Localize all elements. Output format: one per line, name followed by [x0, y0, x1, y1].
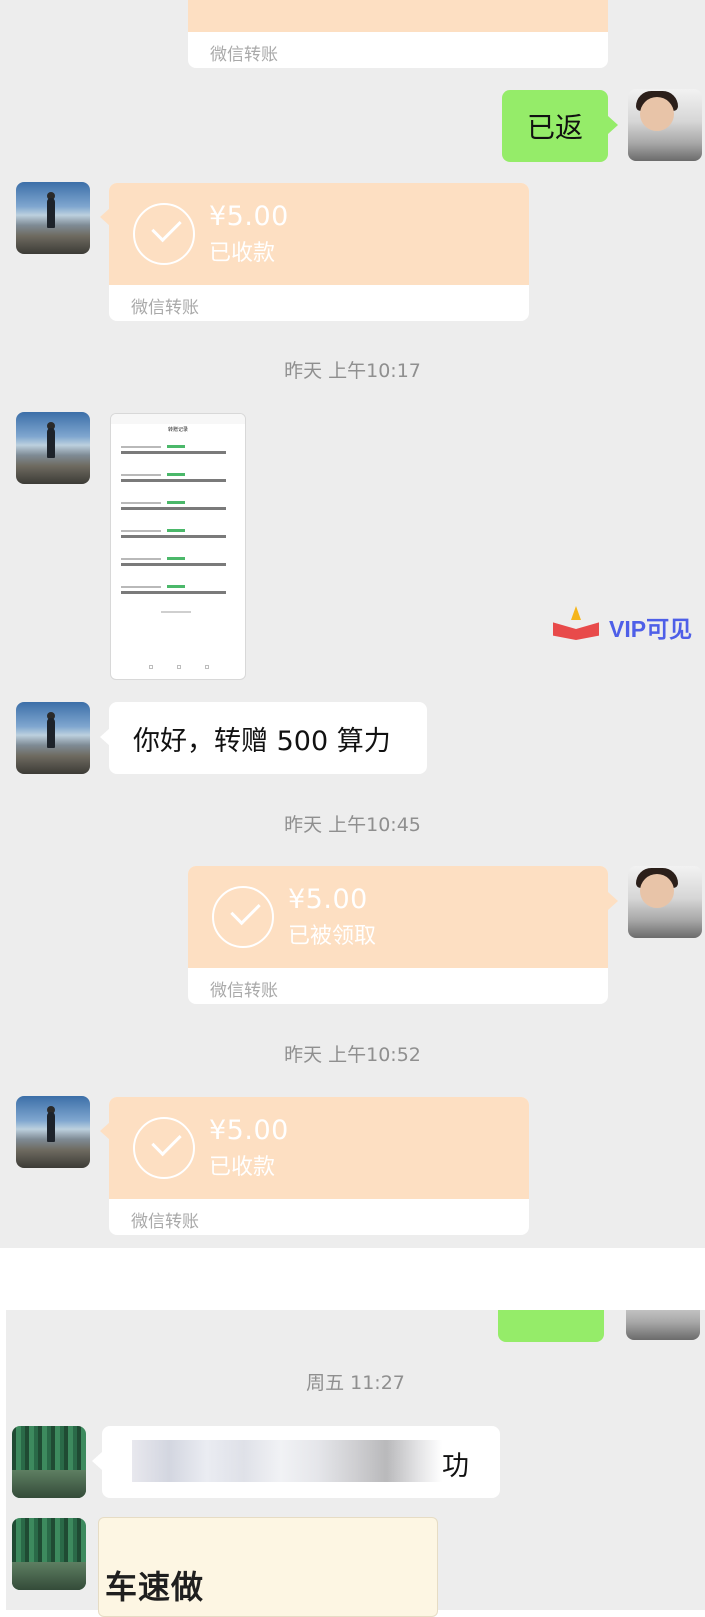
thumb-status-bar: [111, 414, 245, 424]
sent-message-text: 已返: [526, 111, 583, 144]
self-avatar[interactable]: [626, 1310, 700, 1340]
avatar-forest-path: [12, 1562, 86, 1590]
contact-avatar[interactable]: [12, 1426, 86, 1498]
image-card-message[interactable]: 车速做: [98, 1517, 438, 1617]
thumb-nav-icon: [205, 665, 209, 669]
transfer-card-header: [188, 0, 608, 32]
self-avatar[interactable]: [628, 89, 702, 161]
thumb-record-row: [121, 501, 226, 512]
sent-message-bubble[interactable]: 已返: [502, 90, 608, 162]
bubble-tail: [92, 1452, 102, 1470]
thumb-record-row: [121, 529, 226, 540]
transfer-label: 微信转账: [210, 981, 278, 1001]
avatar-figure: [47, 198, 55, 228]
contact-avatar[interactable]: [12, 1518, 86, 1590]
thumb-footer: [161, 611, 191, 613]
avatar-face: [640, 874, 674, 908]
watermark-text: VIP可见: [609, 616, 693, 642]
received-message-bubble[interactable]: 你好，转赠 500 算力: [109, 702, 427, 774]
screenshot-image-message[interactable]: 转赠记录: [110, 413, 246, 680]
self-avatar[interactable]: [628, 866, 702, 938]
avatar-figure: [47, 428, 55, 458]
thumb-title: 转赠记录: [167, 427, 188, 433]
transfer-amount: ¥5.00: [209, 1115, 289, 1146]
chat-timestamp: 周五 11:27: [306, 1372, 405, 1394]
thumb-record-row: [121, 557, 226, 568]
thumb-nav-icon: [149, 665, 153, 669]
thumb-record-row: [121, 473, 226, 484]
transfer-card[interactable]: ¥5.00 已收款 微信转账: [109, 183, 529, 321]
pixelated-redaction: [132, 1440, 442, 1482]
transfer-status: 已收款: [209, 241, 276, 266]
received-message-text: 你好，转赠 500 算力: [133, 725, 391, 757]
chat-panel-top: 微信转账 已返 ¥5.00 已收款 微信转账 昨天 上午10:17 转赠记录 V…: [0, 0, 705, 1248]
transfer-status: 已被领取: [288, 924, 377, 949]
avatar-forest-path: [12, 1470, 86, 1498]
open-book-logo-icon: [553, 612, 599, 644]
transfer-amount: ¥5.00: [209, 201, 289, 232]
avatar-face: [640, 97, 674, 131]
contact-avatar[interactable]: [16, 412, 90, 484]
thumb-record-row: [121, 445, 226, 456]
received-message-bubble[interactable]: 功: [102, 1426, 500, 1498]
sent-message-bubble-partial[interactable]: [498, 1310, 604, 1342]
bubble-tail: [608, 892, 618, 910]
thumb-nav-icon: [177, 665, 181, 669]
transfer-card-partial[interactable]: 微信转账: [188, 0, 608, 68]
check-circle-icon: [212, 886, 274, 948]
contact-avatar[interactable]: [16, 1096, 90, 1168]
chat-timestamp: 昨天 上午10:17: [284, 360, 421, 382]
vip-watermark: VIP可见: [553, 602, 693, 646]
transfer-card[interactable]: ¥5.00 已收款 微信转账: [109, 1097, 529, 1235]
avatar-figure: [47, 1112, 55, 1142]
transfer-label: 微信转账: [210, 45, 278, 65]
transfer-card[interactable]: ¥5.00 已被领取 微信转账: [188, 866, 608, 1004]
card-text: 车速做: [105, 1568, 205, 1606]
chat-timestamp: 昨天 上午10:45: [284, 814, 421, 836]
transfer-label: 微信转账: [131, 1212, 199, 1232]
received-message-text-tail: 功: [442, 1451, 469, 1482]
contact-avatar[interactable]: [16, 182, 90, 254]
check-circle-icon: [133, 203, 195, 265]
chat-timestamp: 昨天 上午10:52: [284, 1044, 421, 1066]
transfer-label: 微信转账: [131, 298, 199, 318]
thumb-record-row: [121, 585, 226, 596]
bubble-tail: [608, 116, 618, 134]
transfer-amount: ¥5.00: [288, 884, 368, 915]
check-circle-icon: [133, 1117, 195, 1179]
contact-avatar[interactable]: [16, 702, 90, 774]
transfer-status: 已收款: [209, 1155, 276, 1180]
avatar-figure: [47, 718, 55, 748]
